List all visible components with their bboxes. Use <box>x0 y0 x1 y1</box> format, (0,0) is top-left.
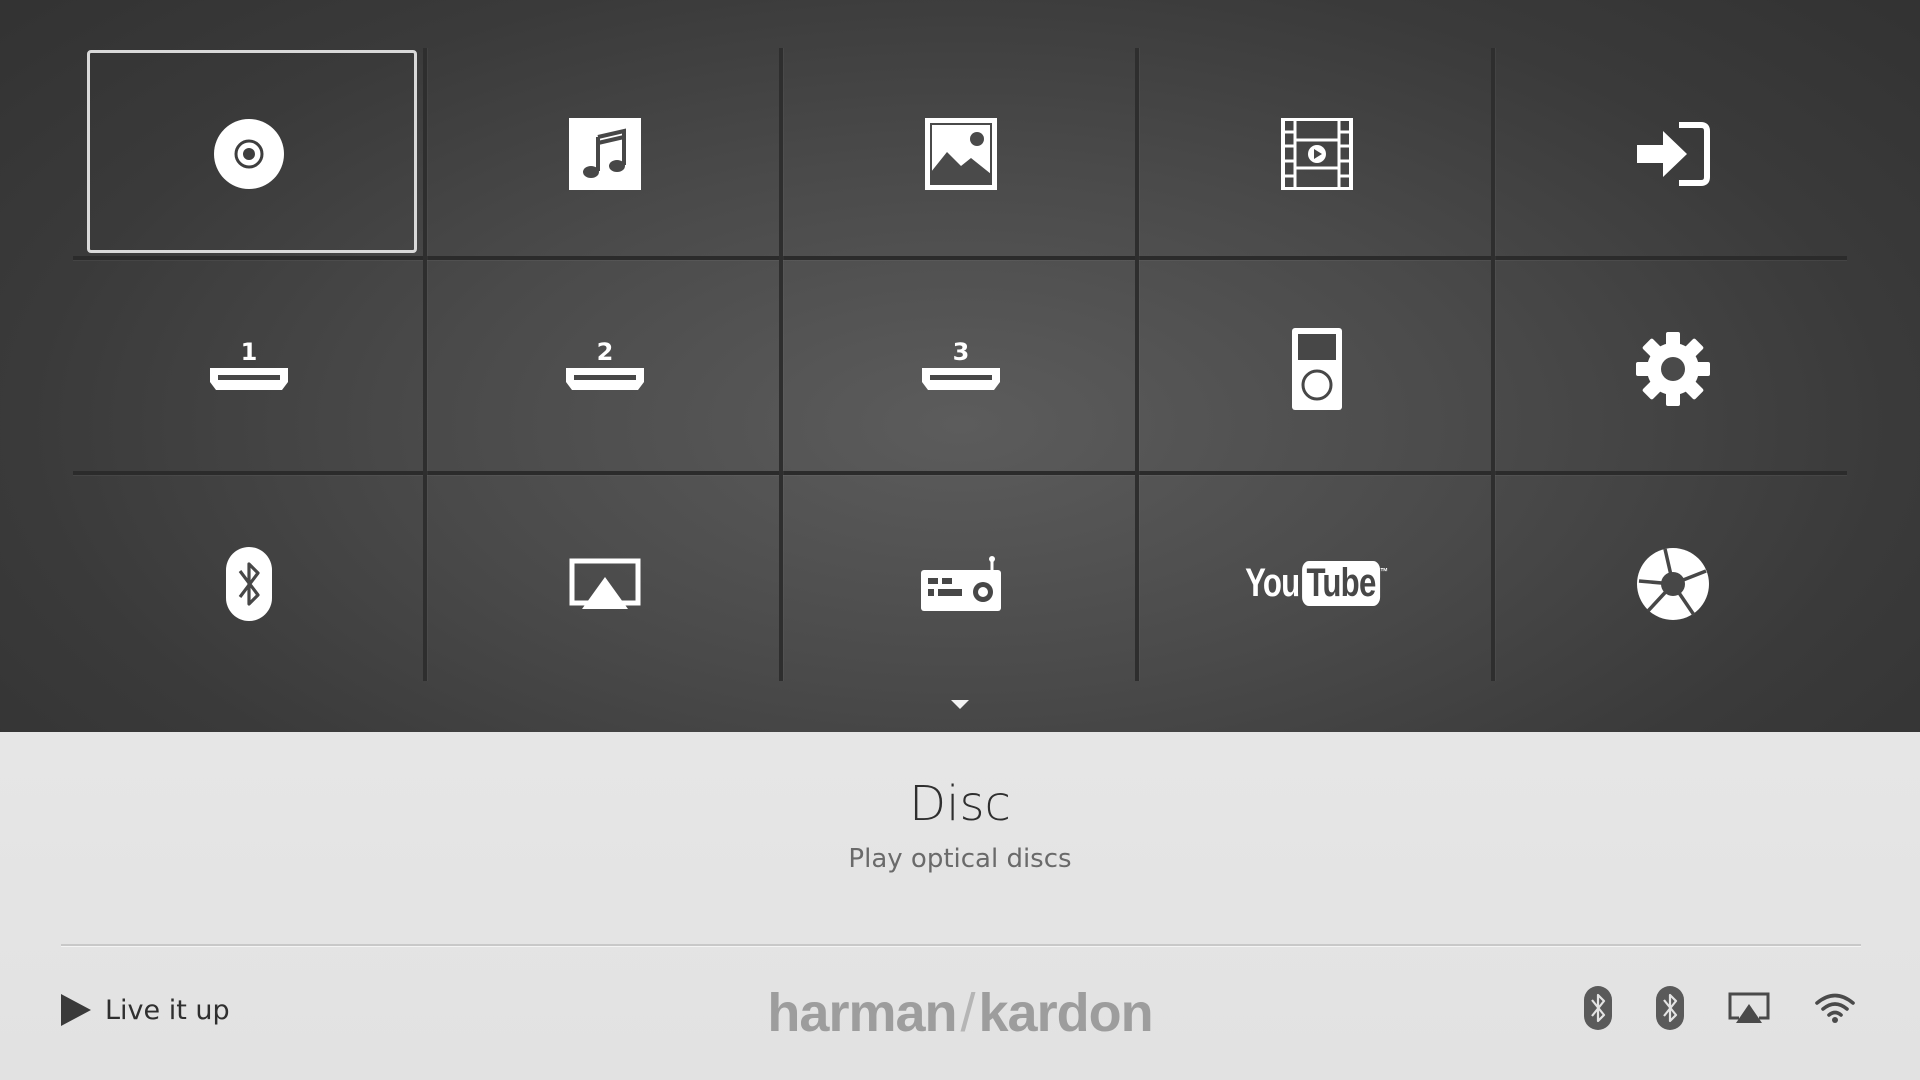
tile-settings[interactable] <box>1497 263 1849 474</box>
picasa-logo-icon <box>1637 547 1709 620</box>
airplay-icon <box>1728 992 1770 1024</box>
scroll-down-arrow-icon[interactable] <box>951 700 969 709</box>
radio-icon <box>921 555 1001 611</box>
youtube-logo-you: You <box>1245 561 1301 605</box>
hdmi-number-label: 2 <box>596 337 614 366</box>
tile-picasa[interactable] <box>1497 478 1849 689</box>
tile-disc[interactable] <box>73 48 425 259</box>
brand-slash: / <box>960 983 976 1043</box>
tile-photos[interactable] <box>785 48 1137 259</box>
tile-input[interactable] <box>1497 48 1849 259</box>
tile-radio[interactable] <box>785 478 1137 689</box>
hdmi-number-label: 1 <box>240 337 258 366</box>
hdmi-number-label: 3 <box>952 337 970 366</box>
airplay-icon <box>569 558 641 609</box>
photo-icon <box>925 117 997 190</box>
source-menu-panel: 1 2 3 You Tube ™ <box>0 0 1920 732</box>
tile-music[interactable] <box>429 48 781 259</box>
tile-bluetooth[interactable] <box>73 478 425 689</box>
tile-hdmi-1[interactable]: 1 <box>73 263 425 474</box>
tile-hdmi-3[interactable]: 3 <box>785 263 1137 474</box>
gear-icon <box>1636 331 1710 406</box>
tile-airplay[interactable] <box>429 478 781 689</box>
tile-youtube[interactable]: You Tube ™ <box>1141 478 1493 689</box>
selected-item-title: Disc <box>909 776 1011 832</box>
tile-hdmi-2[interactable]: 2 <box>429 263 781 474</box>
hdmi-port-icon <box>566 367 644 390</box>
tile-ipod[interactable] <box>1141 263 1493 474</box>
brand-left: harman <box>767 983 957 1043</box>
film-icon <box>1281 117 1353 190</box>
youtube-logo-tube: Tube <box>1302 561 1381 606</box>
brand-right: kardon <box>978 983 1154 1043</box>
hdmi-port-icon <box>922 367 1000 390</box>
youtube-logo-tm: ™ <box>1380 567 1389 578</box>
ipod-icon <box>1292 327 1342 410</box>
selected-item-description: Play optical discs <box>848 844 1072 874</box>
hdmi-port-icon <box>210 367 288 390</box>
bluetooth-icon <box>1584 986 1612 1030</box>
disc-icon <box>214 118 284 189</box>
music-note-icon <box>569 117 641 190</box>
input-arrow-icon <box>1637 121 1710 186</box>
bluetooth-icon <box>226 546 272 621</box>
youtube-logo-icon: You Tube ™ <box>1245 561 1389 606</box>
bluetooth-icon <box>1656 986 1684 1030</box>
wifi-icon <box>1814 992 1856 1024</box>
source-grid: 1 2 3 You Tube ™ <box>73 48 1849 689</box>
info-panel: Disc Play optical discs Live it up harma… <box>0 732 1920 1080</box>
footer-divider <box>61 944 1861 946</box>
tile-videos[interactable] <box>1141 48 1493 259</box>
status-bar <box>1584 986 1856 1030</box>
